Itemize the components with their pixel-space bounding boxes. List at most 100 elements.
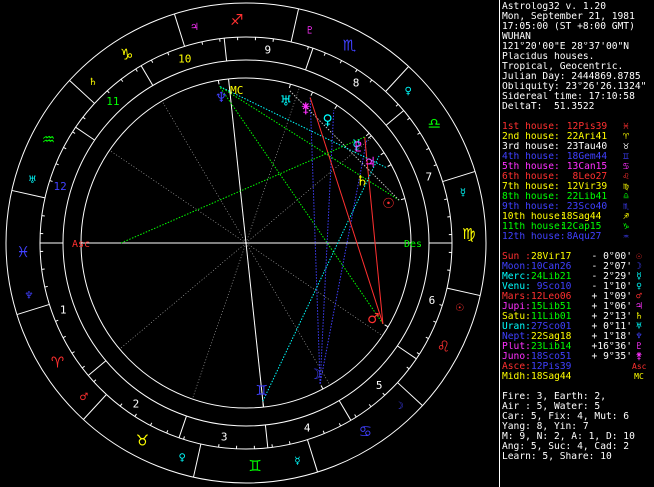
house-list: 1st house: 12Pis39 ♓ 2nd house: 22Ari41 ♈ 3r… [502, 122, 654, 242]
degree-tick [426, 147, 430, 151]
degree-tick [149, 422, 153, 426]
ruler-icon: ☿ [460, 188, 466, 199]
planet-row: Mars: 12Leo06 + 1°09' ♂ [502, 292, 654, 302]
chart-header: Astrolog32 v. 1.20 Mon, September 21, 198… [502, 2, 654, 112]
summary-line: Ang: 5, Suc: 4, Cad: 2 [502, 442, 630, 452]
capricorn-sign-icon: ♑ [120, 46, 133, 64]
planet-position: 23Lib14 [531, 342, 572, 352]
planet-row: Uran: 27Sco01 + 0°11' ♅ [502, 322, 654, 332]
aspect-line [309, 97, 321, 384]
planet-latitude: +16°36' [585, 342, 632, 352]
house-row: 10th house: 18Sag44 ♐ [502, 212, 654, 222]
libra-sign-icon: ♎ [428, 115, 441, 133]
planet-tick [400, 198, 406, 201]
planet-row: Nept: 22Sag18 + 1°18' ♆ [502, 332, 654, 342]
house-label: 6th house: [502, 172, 560, 182]
planet-position: 10Can26 [531, 262, 572, 272]
ruler-icon: ♀ [404, 86, 411, 97]
house-value: 8Leo27 [561, 172, 608, 182]
cusp-inner [119, 242, 247, 350]
header-line: Julian Day: 2444869.8785 [502, 72, 641, 82]
planet-icon: ♃ [636, 302, 642, 312]
house-sign-icon: ♎ [623, 192, 629, 202]
sign-boundary [16, 303, 50, 316]
degree-tick [407, 117, 411, 121]
degree-tick [355, 69, 358, 73]
degree-tick [81, 365, 85, 369]
house-row: 3rd house: 23Tau40 ♉ [502, 142, 654, 152]
degree-tick [62, 335, 66, 339]
cusp-outer [87, 360, 107, 376]
planet-row: Jupi: 15Lib51 + 1°06' ♃ [502, 302, 654, 312]
planet-latitude: + 2°13' [585, 312, 632, 322]
house-number: 3 [221, 430, 228, 443]
degree-tick [166, 430, 169, 434]
leo-sign-icon: ♌ [437, 337, 450, 355]
header-line: DeltaT: 51.3522 [502, 102, 595, 112]
degree-tick [82, 116, 86, 120]
house-value: 12Pis39 [561, 122, 608, 132]
planet-latitude: + 1°09' [585, 292, 632, 302]
aquarius-sign-icon: ♒ [42, 131, 55, 149]
asc-label: Asc [72, 239, 90, 250]
degree-tick [135, 68, 138, 72]
ruler-icon: ☽ [395, 401, 404, 412]
mars-glyph-icon: ♂ [367, 311, 380, 327]
aries-sign-icon: ♈ [51, 353, 64, 371]
venus-glyph-icon: ♀ [323, 113, 333, 129]
summary-line: Car: 5, Fix: 4, Mut: 6 [502, 412, 630, 422]
house-sign-icon: ♈ [623, 132, 629, 142]
planet-tick [384, 324, 389, 328]
planet-row: Sun :28Vir17 - 0°00' ☉ [502, 252, 654, 262]
cusp-outer [223, 38, 228, 62]
planet-label: Satu: [502, 312, 531, 322]
house-sign-icon: ♏ [623, 202, 629, 212]
house-label: 9th house: [502, 202, 560, 212]
planet-label: Nept: [502, 332, 531, 342]
house-value: 12Vir39 [561, 182, 608, 192]
house-row: 6th house: 8Leo27 ♌ [502, 172, 654, 182]
planet-latitude: + 1°18' [585, 332, 632, 342]
saturn-glyph-icon: ♄ [356, 173, 369, 189]
neptune-glyph-icon: ♆ [215, 90, 228, 106]
summary-line: Fire: 3, Earth: 2, [502, 392, 606, 402]
degree-tick [120, 78, 124, 82]
gemini-sign-icon: ♊ [248, 457, 261, 475]
header-line: Sidereal time: 17:10:58 [502, 92, 635, 102]
house-sign-icon: ♊ [623, 152, 629, 162]
degree-tick [338, 423, 342, 427]
sun-glyph-icon: ☉ [382, 196, 395, 212]
degree-tick [433, 164, 437, 167]
planet-row: Merc: 24Lib21 - 2°29' ☿ [502, 272, 654, 282]
house-row: 4th house: 18Gem44 ♊ [502, 152, 654, 162]
scorpio-sign-icon: ♏ [343, 36, 357, 54]
degree-tick [322, 430, 325, 434]
planet-position: 11Lib01 [531, 312, 572, 322]
cusp-outer [178, 415, 187, 438]
planet-label: Sun : [502, 252, 531, 262]
planet-tick [387, 164, 392, 167]
house-number: 5 [376, 379, 383, 392]
planet-label: Venu: [502, 282, 531, 292]
planet-position: 12Pis39 [531, 362, 572, 372]
moon-glyph-icon: ☽ [309, 367, 322, 383]
summary-line: Air : 5, Water: 5 [502, 402, 601, 412]
house-sign-icon: ♉ [623, 142, 629, 152]
planet-latitude: - 0°00' [585, 252, 632, 262]
element-summary: Fire: 3, Earth: 2, Air : 5, Water: 5 Car: … [502, 392, 654, 462]
planet-row: Midh: 18Sag44 MC [502, 372, 654, 382]
planet-label: Uran: [502, 322, 531, 332]
house-sign-icon: ♓ [623, 122, 629, 132]
planet-icon: Asc [632, 362, 647, 371]
planet-icon: ♄ [636, 312, 642, 322]
degree-tick [354, 414, 357, 418]
house-number: 2 [133, 397, 140, 410]
planet-row: Juno: 18Sco51 + 9°35' ⚵ [502, 352, 654, 362]
planet-position: 22Sag18 [531, 332, 572, 342]
degree-tick [369, 79, 373, 83]
degree-tick [382, 392, 386, 396]
uranus-glyph-icon: ♅ [280, 93, 293, 109]
jupiter-glyph-icon: ♃ [364, 155, 377, 171]
gemini-marker-glyph-icon: ♊ [255, 383, 268, 399]
aspect-lines [120, 80, 406, 408]
